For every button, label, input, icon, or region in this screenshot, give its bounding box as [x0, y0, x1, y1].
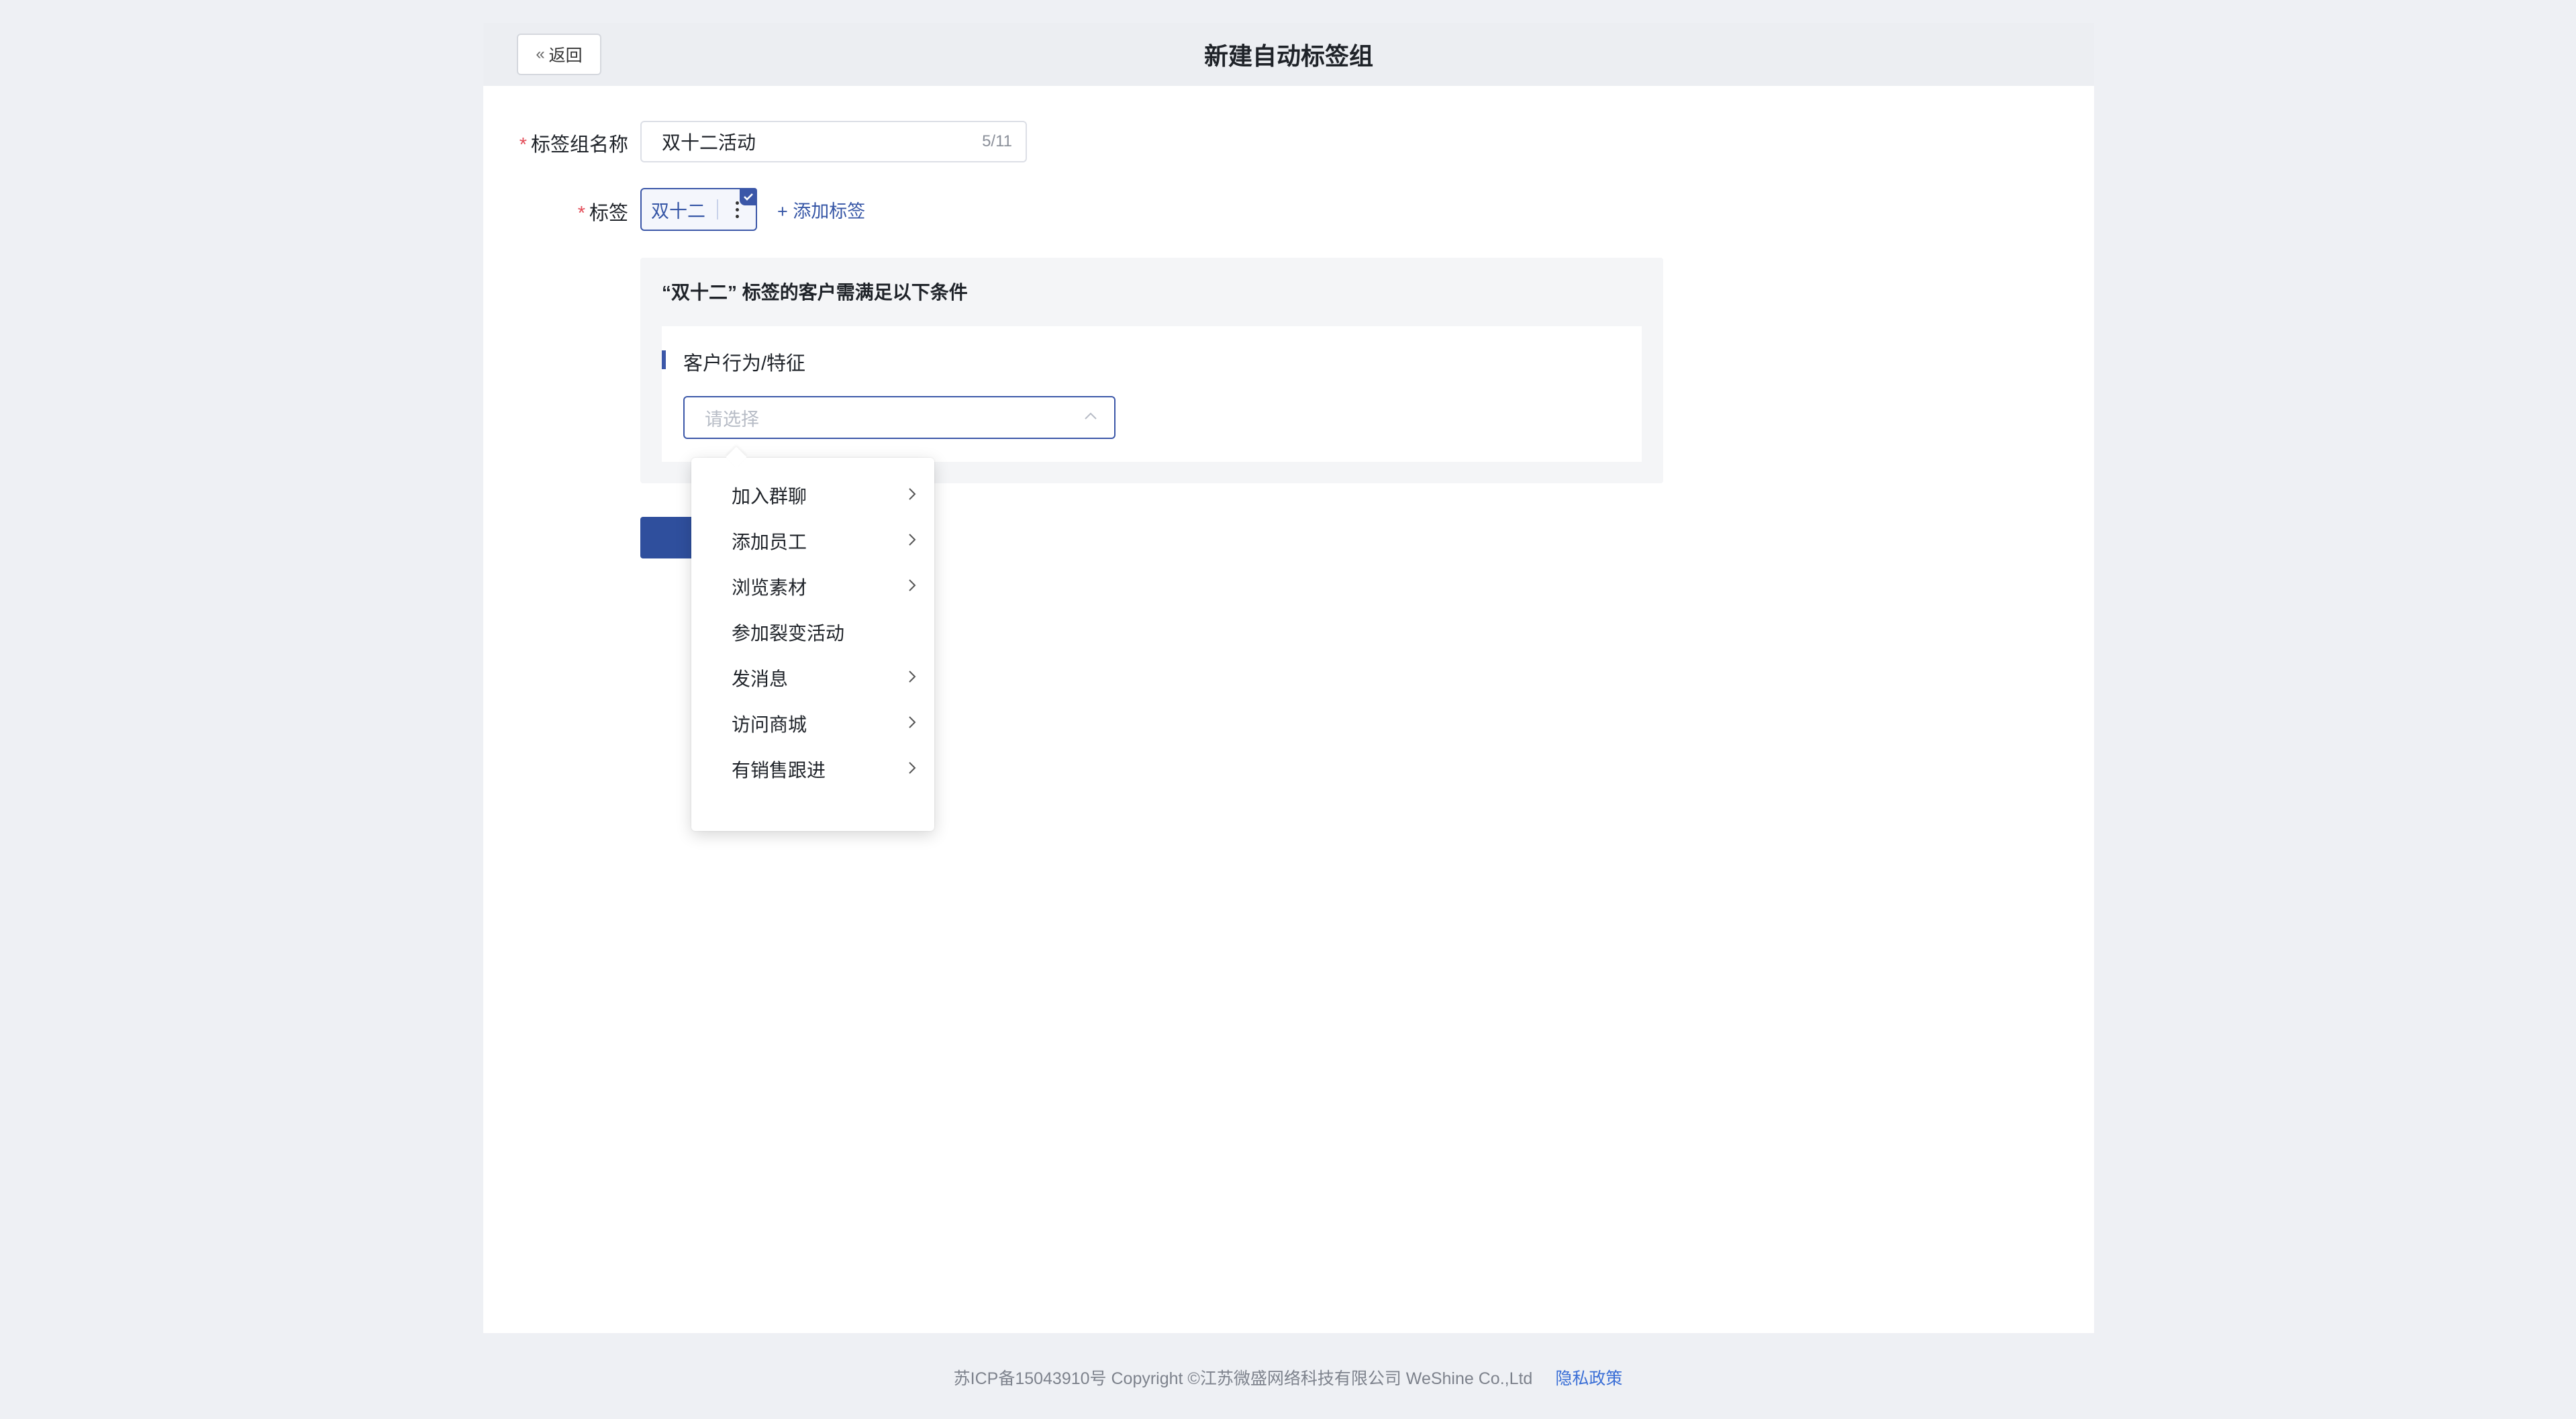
chevron-up-icon	[1083, 411, 1098, 424]
dropdown-item-label: 发消息	[732, 669, 789, 689]
tags-label: * 标签	[514, 197, 628, 226]
dropdown-item-label: 有销售跟进	[732, 760, 826, 781]
dropdown-item-label: 加入群聊	[732, 486, 807, 507]
behavior-dropdown-menu: 加入群聊 添加员工 浏览素材 参加裂变活动 发消息 访问商城 有销售跟进	[691, 446, 934, 831]
required-mark: *	[519, 134, 527, 156]
check-icon	[740, 188, 757, 205]
privacy-policy-link[interactable]: 隐私政策	[1555, 1365, 1622, 1389]
save-button[interactable]	[640, 517, 691, 558]
main-page: 新建自动标签组 « 返回 * 标签组名称 双十二活动 5/11 * 标签 双十二 +…	[483, 23, 2094, 1333]
char-counter: 5/11	[982, 132, 1012, 150]
top-bar: 新建自动标签组 « 返回	[483, 23, 2094, 86]
condition-title: “双十二” 标签的客户需满足以下条件	[662, 282, 968, 303]
dropdown-item-add-staff[interactable]: 添加员工	[691, 518, 934, 564]
footer: 苏ICP备15043910号 Copyright ©江苏微盛网络科技有限公司 W…	[0, 1365, 2576, 1389]
behavior-select[interactable]: 请选择	[683, 396, 1116, 439]
dropdown-item-label: 访问商城	[732, 714, 807, 735]
tag-chip-label: 双十二	[651, 201, 705, 222]
dropdown-item-visit-mall[interactable]: 访问商城	[691, 701, 934, 746]
dropdown-item-label: 添加员工	[732, 532, 807, 552]
group-name-input[interactable]: 双十二活动 5/11	[640, 121, 1027, 162]
chevron-right-icon	[907, 759, 917, 780]
dropdown-item-send-message[interactable]: 发消息	[691, 655, 934, 701]
dropdown-item-label: 参加裂变活动	[732, 623, 845, 644]
chevron-right-icon	[907, 530, 917, 552]
back-button[interactable]: « 返回	[517, 34, 601, 75]
chevron-right-icon	[907, 485, 917, 506]
chevron-right-icon	[907, 713, 917, 734]
chevron-right-icon	[907, 576, 917, 597]
dropdown-item-fission-activity[interactable]: 参加裂变活动	[691, 609, 934, 655]
dropdown-item-sales-followup[interactable]: 有销售跟进	[691, 746, 934, 792]
double-chevron-left-icon: «	[536, 45, 545, 63]
tags-label-text: 标签	[589, 203, 628, 224]
tag-chip[interactable]: 双十二	[640, 188, 757, 231]
page-title: 新建自动标签组	[1203, 42, 1373, 70]
copyright-text: 苏ICP备15043910号 Copyright ©江苏微盛网络科技有限公司 W…	[953, 1369, 1533, 1388]
condition-card: 客户行为/特征 请选择	[662, 326, 1642, 462]
section-title: 客户行为/特征	[683, 353, 806, 375]
chevron-right-icon	[907, 667, 917, 689]
group-name-value: 双十二活动	[662, 132, 756, 153]
add-tag-link[interactable]: + 添加标签	[777, 192, 865, 227]
select-placeholder: 请选择	[705, 409, 759, 430]
dropdown-item-browse-material[interactable]: 浏览素材	[691, 564, 934, 609]
condition-panel: “双十二” 标签的客户需满足以下条件 客户行为/特征 请选择	[640, 258, 1663, 483]
dropdown-item-label: 浏览素材	[732, 577, 807, 598]
section-accent-bar	[662, 350, 666, 369]
group-name-label-text: 标签组名称	[530, 134, 628, 156]
dropdown-item-join-group[interactable]: 加入群聊	[691, 473, 934, 518]
back-button-label: 返回	[548, 46, 583, 65]
group-name-label: * 标签组名称	[514, 129, 628, 157]
required-mark: *	[577, 203, 585, 224]
